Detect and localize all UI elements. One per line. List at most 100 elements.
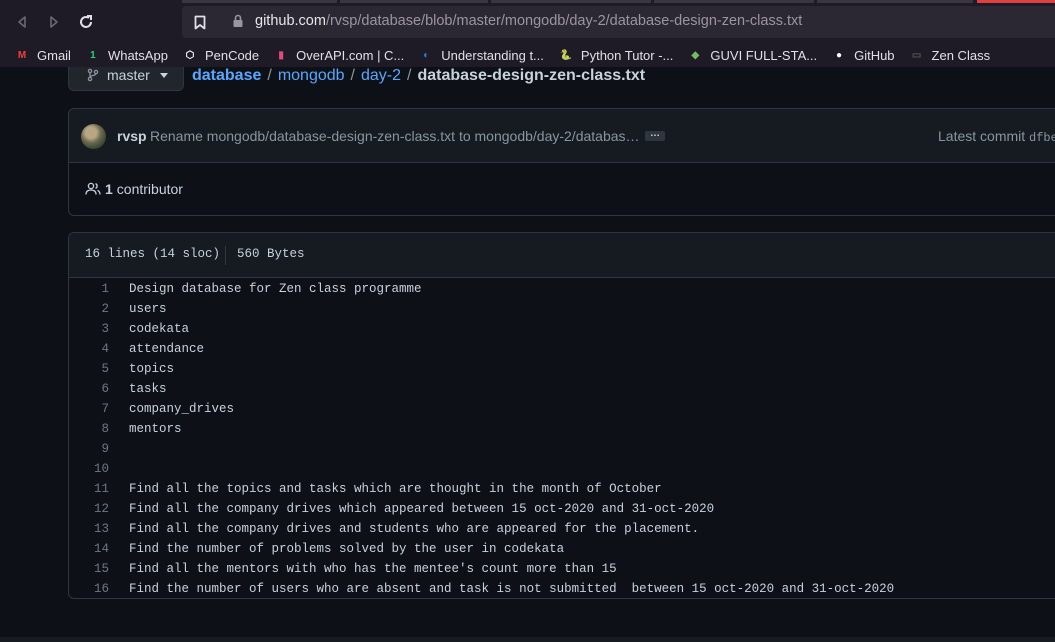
breadcrumb-repo-link[interactable]: database — [192, 67, 261, 84]
commit-message-link[interactable]: Rename mongodb/database-design-zen-class… — [150, 128, 640, 144]
line-content: attendance — [129, 342, 205, 356]
code-line: 1 Design database for Zen class programme — [69, 279, 1055, 299]
line-number[interactable]: 13 — [69, 522, 109, 536]
breadcrumb: database / mongodb / day-2 / database-design-z… — [192, 67, 645, 85]
bookmark-label: GUVI FULL-STA... — [710, 48, 818, 63]
whatsapp-icon: 1 — [90, 50, 96, 61]
line-number[interactable]: 2 — [69, 302, 109, 316]
line-number[interactable]: 7 — [69, 402, 109, 416]
bookmark-label: GitHub — [854, 48, 895, 63]
bookmark-icon — [194, 15, 206, 29]
commit-sha-link[interactable]: dfbe — [1029, 131, 1055, 145]
branch-icon — [87, 68, 99, 82]
bookmark-label: Understanding t... — [441, 48, 544, 63]
guvi-icon: ◆ — [691, 50, 700, 61]
line-content: tasks — [129, 382, 167, 396]
reload-icon — [80, 15, 92, 28]
breadcrumb-day2-link[interactable]: day-2 — [361, 67, 401, 84]
python-icon: 🐍 — [559, 50, 573, 61]
header-divider — [225, 246, 226, 265]
branch-name: master — [107, 67, 150, 83]
line-number[interactable]: 8 — [69, 422, 109, 436]
expand-commit-message-button[interactable]: … — [645, 129, 665, 141]
contributors-row[interactable]: 1 contributor — [85, 181, 183, 197]
code-line: 14 Find the number of problems solved by … — [69, 539, 1055, 559]
code-line: 2 users — [69, 299, 1055, 319]
breadcrumb-separator: / — [350, 67, 355, 84]
bookmark-label: Gmail — [37, 48, 71, 63]
bookmark-button[interactable] — [190, 12, 210, 32]
bookmark-label: OverAPI.com | C... — [296, 48, 405, 63]
bookmark-pencode[interactable]: ⬡ PenCode — [182, 48, 260, 64]
url-path: /rvsp/database/blob/master/mongodb/day-2… — [325, 13, 803, 29]
latest-commit-row: rvsp Rename mongodb/database-design-zen-… — [69, 109, 1055, 163]
code-line: 16 Find the number of users who are absen… — [69, 579, 1055, 598]
line-number[interactable]: 3 — [69, 322, 109, 336]
line-content: codekata — [129, 322, 190, 336]
bookmarks-bar: M Gmail 1 WhatsApp ⬡ PenCode ▮ OverAPI.com | C.… — [0, 44, 1055, 67]
file-viewer: 16 lines (14 sloc) 560 Bytes 1 Design dat… — [68, 232, 1055, 599]
breadcrumb-file-name: database-design-zen-class.txt — [417, 67, 646, 84]
code-view: 1 Design database for Zen class programme… — [69, 279, 1055, 598]
line-number[interactable]: 5 — [69, 362, 109, 376]
back-button[interactable] — [10, 10, 34, 34]
chevron-down-icon — [159, 72, 168, 78]
tab-strip — [340, 0, 488, 3]
line-number[interactable]: 4 — [69, 342, 109, 356]
bookmark-understanding[interactable]: ◐ Understanding t... — [418, 48, 544, 64]
code-line: 5 topics — [69, 359, 1055, 379]
bookmark-gmail[interactable]: M Gmail — [14, 48, 71, 64]
code-line: 6 tasks — [69, 379, 1055, 399]
bookmark-label: WhatsApp — [107, 48, 168, 63]
line-content: Find all the company drives and students… — [129, 522, 700, 536]
line-content: topics — [129, 362, 175, 376]
bookmark-zen[interactable]: ▭ Zen Class — [909, 48, 991, 64]
line-content: Find all the topics and tasks which are … — [129, 482, 662, 496]
line-content: Design database for Zen class programme — [129, 282, 422, 296]
line-number[interactable]: 10 — [69, 462, 109, 476]
line-number[interactable]: 9 — [69, 442, 109, 456]
bottom-edge — [0, 637, 1055, 642]
line-number[interactable]: 12 — [69, 502, 109, 516]
commit-info-box: rvsp Rename mongodb/database-design-zen-… — [68, 108, 1055, 216]
file-size: 560 Bytes — [237, 247, 305, 261]
url-text[interactable]: github.com/rvsp/database/blob/master/mon… — [255, 13, 802, 29]
code-line: 9 — [69, 439, 1055, 459]
tab-strip — [491, 0, 651, 3]
tab-strip — [182, 0, 337, 3]
reload-button[interactable] — [74, 10, 98, 34]
bookmark-label: Python Tutor -... — [580, 48, 674, 63]
line-number[interactable]: 15 — [69, 562, 109, 576]
forward-button[interactable] — [42, 10, 66, 34]
tab-strip — [977, 0, 1055, 3]
code-line: 7 company_drives — [69, 399, 1055, 419]
bookmark-label: Zen Class — [931, 48, 991, 63]
arrow-right-icon — [50, 16, 58, 28]
bookmark-overapi[interactable]: ▮ OverAPI.com | C... — [273, 48, 404, 64]
latest-commit-text: Latest commit — [938, 128, 1026, 144]
arrow-left-icon — [18, 16, 26, 28]
line-content: users — [129, 302, 167, 316]
line-number[interactable]: 1 — [69, 282, 109, 296]
avatar[interactable] — [81, 124, 106, 149]
branch-selector[interactable]: master — [68, 67, 184, 91]
pencode-icon: ⬡ — [185, 50, 195, 61]
gmail-icon: M — [17, 50, 27, 61]
line-number[interactable]: 6 — [69, 382, 109, 396]
line-number[interactable]: 14 — [69, 542, 109, 556]
code-line: 4 attendance — [69, 339, 1055, 359]
bookmark-whatsapp[interactable]: 1 WhatsApp — [85, 48, 168, 64]
contributor-count: 1 — [105, 181, 113, 197]
line-number[interactable]: 16 — [69, 582, 109, 596]
breadcrumb-separator: / — [267, 67, 272, 84]
people-icon — [85, 182, 101, 195]
bookmark-github[interactable]: ● GitHub — [831, 48, 895, 64]
bookmark-python[interactable]: 🐍 Python Tutor -... — [558, 48, 674, 64]
breadcrumb-mongodb-link[interactable]: mongodb — [278, 67, 345, 84]
url-host: github.com — [255, 13, 326, 29]
line-content: Find the number of users who are absent … — [129, 582, 895, 596]
line-number[interactable]: 11 — [69, 482, 109, 496]
github-file-page: master database / mongodb / day-2 / database-d… — [0, 67, 1055, 642]
bookmark-guvi[interactable]: ◆ GUVI FULL-STA... — [687, 48, 818, 64]
commit-author-link[interactable]: rvsp — [117, 128, 147, 144]
